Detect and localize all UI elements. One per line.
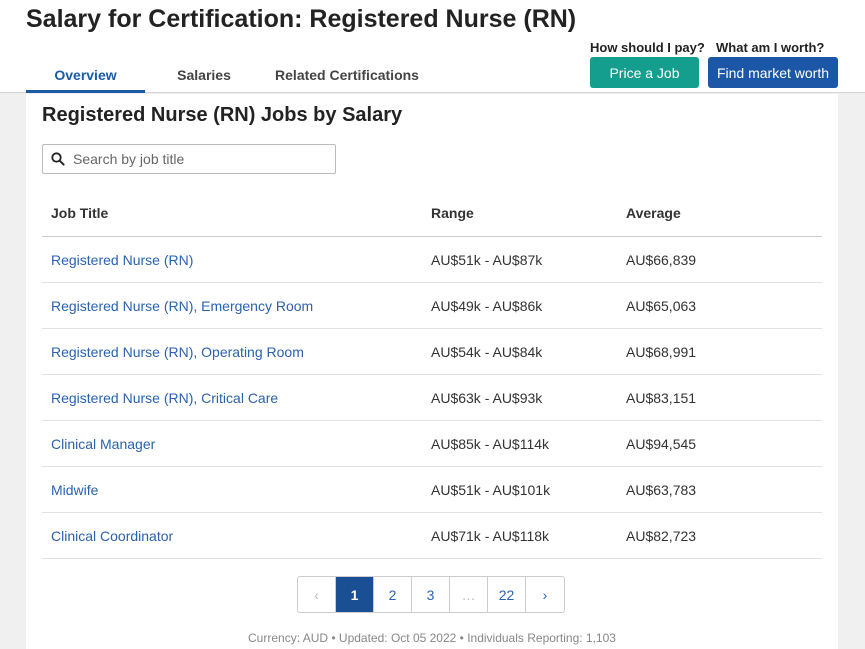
table-row: Registered Nurse (RN), Emergency Room AU… <box>42 283 822 329</box>
job-title-link[interactable]: Registered Nurse (RN), Emergency Room <box>42 298 431 314</box>
salary-average: AU$66,839 <box>626 251 697 268</box>
tab-bar: Overview Salaries Related Certifications <box>26 62 431 93</box>
job-title-link[interactable]: Clinical Coordinator <box>42 528 431 544</box>
salary-range: AU$85k - AU$114k <box>431 435 550 452</box>
next-page-button[interactable]: › <box>526 577 564 612</box>
table-row: Registered Nurse (RN), Operating Room AU… <box>42 329 822 375</box>
salary-average: AU$63,783 <box>626 481 697 498</box>
tab-related-certifications[interactable]: Related Certifications <box>263 62 431 93</box>
table-row: Clinical Manager AU$85k - AU$114k AU$94,… <box>42 421 822 467</box>
data-source-note: Currency: AUD • Updated: Oct 05 2022 • I… <box>248 631 616 645</box>
page-title: Salary for Certification: Registered Nur… <box>26 5 577 33</box>
find-market-worth-button[interactable]: Find market worth <box>708 57 838 88</box>
market-question-label: What am I worth? <box>716 40 825 55</box>
job-title-link[interactable]: Registered Nurse (RN), Operating Room <box>42 344 431 360</box>
jobs-by-salary-card: Registered Nurse (RN) Jobs by Salary Job… <box>26 94 838 649</box>
salary-range: AU$71k - AU$118k <box>431 527 550 544</box>
jobs-table: Job Title Range Average Registered Nurse… <box>42 190 822 559</box>
section-title: Registered Nurse (RN) Jobs by Salary <box>42 104 403 126</box>
table-row: Midwife AU$51k - AU$101k AU$63,783 <box>42 467 822 513</box>
pagination: ‹ 1 2 3 … 22 › <box>297 576 565 613</box>
price-a-job-button[interactable]: Price a Job <box>590 57 699 88</box>
salary-range: AU$54k - AU$84k <box>431 343 543 360</box>
table-row: Clinical Coordinator AU$71k - AU$118k AU… <box>42 513 822 559</box>
page-button-3[interactable]: 3 <box>412 577 450 612</box>
pagination-ellipsis: … <box>450 577 488 612</box>
search-input[interactable] <box>73 151 323 167</box>
column-header-job-title: Job Title <box>51 205 109 221</box>
salary-average: AU$65,063 <box>626 297 697 314</box>
salary-average: AU$94,545 <box>626 435 697 452</box>
column-header-average: Average <box>626 205 681 221</box>
page-button-1[interactable]: 1 <box>336 577 374 612</box>
salary-range: AU$63k - AU$93k <box>431 389 543 406</box>
table-row: Registered Nurse (RN) AU$51k - AU$87k AU… <box>42 237 822 283</box>
page-button-22[interactable]: 22 <box>488 577 526 612</box>
job-search-box <box>42 144 336 174</box>
tab-overview[interactable]: Overview <box>26 62 145 93</box>
table-row: Registered Nurse (RN), Critical Care AU$… <box>42 375 822 421</box>
job-title-link[interactable]: Registered Nurse (RN), Critical Care <box>42 390 431 406</box>
page-button-2[interactable]: 2 <box>374 577 412 612</box>
salary-range: AU$51k - AU$101k <box>431 481 551 498</box>
previous-page-button[interactable]: ‹ <box>298 577 336 612</box>
salary-average: AU$82,723 <box>626 527 697 544</box>
table-header: Job Title Range Average <box>42 190 822 237</box>
column-header-range: Range <box>431 205 474 221</box>
salary-average: AU$68,991 <box>626 343 697 360</box>
job-title-link[interactable]: Clinical Manager <box>42 436 431 452</box>
tab-salaries[interactable]: Salaries <box>145 62 263 93</box>
salary-range: AU$51k - AU$87k <box>431 251 543 268</box>
price-question-label: How should I pay? <box>590 40 705 55</box>
salary-average: AU$83,151 <box>626 389 697 406</box>
search-icon <box>43 145 73 173</box>
salary-range: AU$49k - AU$86k <box>431 297 543 314</box>
job-title-link[interactable]: Midwife <box>42 482 431 498</box>
job-title-link[interactable]: Registered Nurse (RN) <box>42 252 431 268</box>
top-header: Salary for Certification: Registered Nur… <box>0 0 865 93</box>
